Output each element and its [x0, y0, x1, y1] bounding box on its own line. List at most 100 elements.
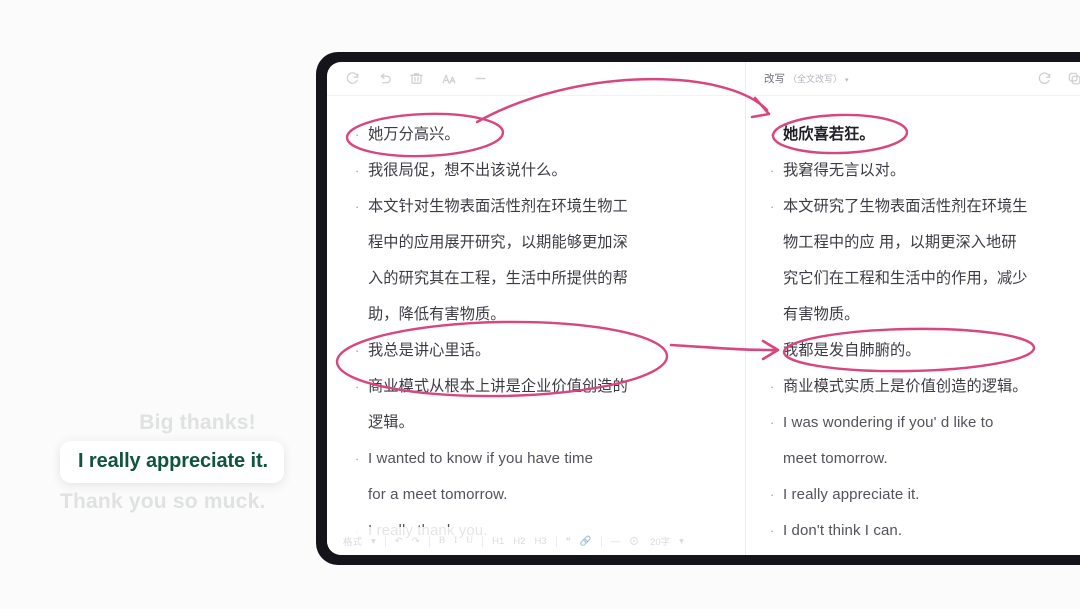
text-line[interactable]: · 她欣喜若狂。: [770, 120, 1080, 150]
tablet-device-frame: · 她万分高兴。 · 我很局促，想不出该说什么。 · 本文针对生物表面活性剂在环境生物工程…: [316, 52, 1080, 565]
line-bullet-icon: ·: [355, 343, 360, 358]
line-text: 我很局促，想不出该说什么。: [368, 162, 567, 179]
copy-icon[interactable]: [1067, 71, 1080, 86]
link-button[interactable]: 🔗: [580, 536, 592, 547]
line-bullet-icon: ·: [770, 552, 783, 555]
text-line[interactable]: · 本文针对生物表面活性剂在环境生物工: [355, 192, 727, 222]
quote-button[interactable]: ❝: [566, 536, 571, 547]
underline-button[interactable]: U: [466, 536, 473, 546]
line-bullet-icon: ·: [770, 163, 775, 178]
text-line[interactable]: · I really appreciate it.: [770, 480, 1080, 510]
text-line[interactable]: · I don't think I can.: [770, 516, 1080, 546]
line-bullet-icon: ·: [355, 127, 360, 142]
line-bullet-icon: ·: [770, 127, 775, 142]
text-line[interactable]: · 我很局促，想不出该说什么。: [355, 156, 727, 186]
line-bullet-icon: ·: [355, 451, 360, 466]
toolbar-divider: [384, 535, 386, 547]
original-text-body[interactable]: · 她万分高兴。 · 我很局促，想不出该说什么。 · 本文针对生物表面活性剂在环境生物工程…: [327, 96, 745, 555]
line-bullet-icon: ·: [770, 379, 775, 394]
text-line[interactable]: · 商业模式实质上是价值创造的逻辑。: [770, 372, 1080, 402]
line-bullet-icon: ·: [770, 415, 775, 430]
toolbar-divider: [482, 535, 484, 547]
caption-ghost-bottom: Thank you so muck.: [60, 490, 266, 513]
format-style-caret[interactable]: ▾: [371, 536, 376, 547]
text-line[interactable]: 有害物质。: [770, 300, 1080, 330]
settings-icon[interactable]: [629, 536, 639, 546]
text-line[interactable]: 入的研究其在工程，生活中所提供的帮: [355, 264, 727, 294]
caption-ghost-top: Big thanks!: [139, 411, 256, 434]
line-text: 本文针对生物表面活性剂在环境生物工: [368, 198, 628, 215]
regenerate-icon[interactable]: [1037, 71, 1052, 86]
toolbar-divider: [428, 535, 430, 547]
device-screen: · 她万分高兴。 · 我很局促，想不出该说什么。 · 本文针对生物表面活性剂在环境生物工程…: [327, 62, 1080, 555]
refresh-icon[interactable]: [345, 71, 360, 86]
text-line[interactable]: 程中的应用展开研究，以期能够更加深: [355, 228, 727, 258]
heading-1-button[interactable]: H1: [492, 536, 504, 547]
delete-icon[interactable]: [409, 71, 424, 86]
undo-button[interactable]: ↶: [395, 536, 403, 547]
editor-panes: · 她万分高兴。 · 我很局促，想不出该说什么。 · 本文针对生物表面活性剂在环境生物工程…: [327, 62, 1080, 555]
undo-icon[interactable]: [377, 71, 392, 86]
horizontal-rule-button[interactable]: —: [611, 536, 621, 547]
text-line[interactable]: · I wanted to know if you have time: [355, 444, 727, 474]
line-bullet-icon: ·: [770, 487, 775, 502]
rewritten-text-pane: 改写 （全文改写） ▾ · 她欣喜若狂。 · 我窘得无言以对。 · 本文研究了生…: [746, 62, 1080, 555]
caption-highlight-pill: I really appreciate it.: [60, 441, 285, 483]
line-text: I really appreciate it.: [783, 486, 920, 503]
italic-button[interactable]: I: [454, 536, 457, 546]
word-count-caret[interactable]: ▾: [679, 536, 684, 547]
line-text: 助，降低有害物质。: [368, 306, 506, 323]
text-line[interactable]: · 她万分高兴。: [355, 120, 727, 150]
line-text: 入的研究其在工程，生活中所提供的帮: [368, 270, 628, 287]
rewrite-mode-scope: （全文改写）: [788, 74, 843, 84]
line-text: 物工程中的应 用，以期更深入地研: [783, 234, 1017, 251]
line-text: 我总是讲心里话。: [368, 342, 491, 359]
line-bullet-icon: ·: [770, 199, 775, 214]
bold-button[interactable]: B: [439, 536, 445, 546]
heading-3-button[interactable]: H3: [534, 536, 546, 547]
line-text: 本文研究了生物表面活性剂在环境生: [783, 198, 1028, 215]
original-text-pane: · 她万分高兴。 · 我很局促，想不出该说什么。 · 本文针对生物表面活性剂在环境生物工程…: [327, 62, 746, 555]
line-bullet-icon: ·: [355, 163, 360, 178]
more-icon[interactable]: [473, 71, 488, 86]
text-line[interactable]: 助，降低有害物质。: [355, 300, 727, 330]
text-line[interactable]: · 我窘得无言以对。: [770, 156, 1080, 186]
text-line[interactable]: 物工程中的应 用，以期更深入地研: [770, 228, 1080, 258]
text-line[interactable]: · 我都是发自肺腑的。: [770, 336, 1080, 366]
line-bullet-icon: ·: [355, 379, 360, 394]
text-line[interactable]: · I was wondering if you' d like to: [770, 408, 1080, 438]
text-line[interactable]: for a meet tomorrow.: [355, 480, 727, 510]
rewritten-text-body[interactable]: · 她欣喜若狂。 · 我窘得无言以对。 · 本文研究了生物表面活性剂在环境生 物工程中的应 …: [746, 96, 1080, 555]
rewrite-actions: [1037, 71, 1080, 86]
redo-button[interactable]: ↷: [412, 536, 420, 547]
line-text: 她万分高兴。: [368, 126, 460, 143]
rewrite-mode-dropdown[interactable]: 改写 （全文改写） ▾: [764, 71, 849, 86]
text-line[interactable]: 逻辑。: [355, 408, 727, 438]
line-bullet-icon: ·: [355, 199, 360, 214]
text-line[interactable]: 究它们在工程和生活中的作用，减少: [770, 264, 1080, 294]
line-text: I don't think I can.: [783, 522, 903, 539]
text-line[interactable]: · 商业模式从根本上讲是企业价值创造的: [355, 372, 727, 402]
text-line[interactable]: · 我总是讲心里话。: [355, 336, 727, 366]
text-line[interactable]: meet tomorrow.: [770, 444, 1080, 474]
heading-2-button[interactable]: H2: [513, 536, 525, 547]
toolbar-divider: [555, 535, 557, 547]
line-text: for a meet tomorrow.: [368, 486, 508, 503]
format-style-dropdown[interactable]: 格式: [343, 534, 362, 548]
caption-block: Big thanks! I really appreciate it. Than…: [60, 408, 335, 517]
line-text: I was wondering if you' d like to: [783, 414, 994, 431]
line-text: 商业模式从根本上讲是企业价值创造的: [368, 378, 628, 395]
line-text: 程中的应用展开研究，以期能够更加深: [368, 234, 628, 251]
line-text: 我都是发自肺腑的。: [783, 342, 921, 359]
text-line[interactable]: ·He will arrive in an hour.: [770, 552, 1080, 555]
line-text: 有害物质。: [783, 306, 860, 323]
screenshot-root: Big thanks! I really appreciate it. Than…: [0, 0, 1080, 609]
original-pane-toolbar: [327, 62, 745, 96]
text-line[interactable]: · 本文研究了生物表面活性剂在环境生: [770, 192, 1080, 222]
line-bullet-icon: ·: [770, 343, 775, 358]
format-toolbar[interactable]: 格式 ▾ ↶ ↷ B I U H1 H2 H3 ❝ 🔗 — 20字 ▾: [327, 527, 745, 555]
translate-icon[interactable]: [441, 71, 456, 86]
line-text: I wanted to know if you have time: [368, 450, 594, 467]
line-text: 逻辑。: [368, 414, 414, 431]
line-text: He will arrive in an hour.: [783, 552, 1080, 555]
